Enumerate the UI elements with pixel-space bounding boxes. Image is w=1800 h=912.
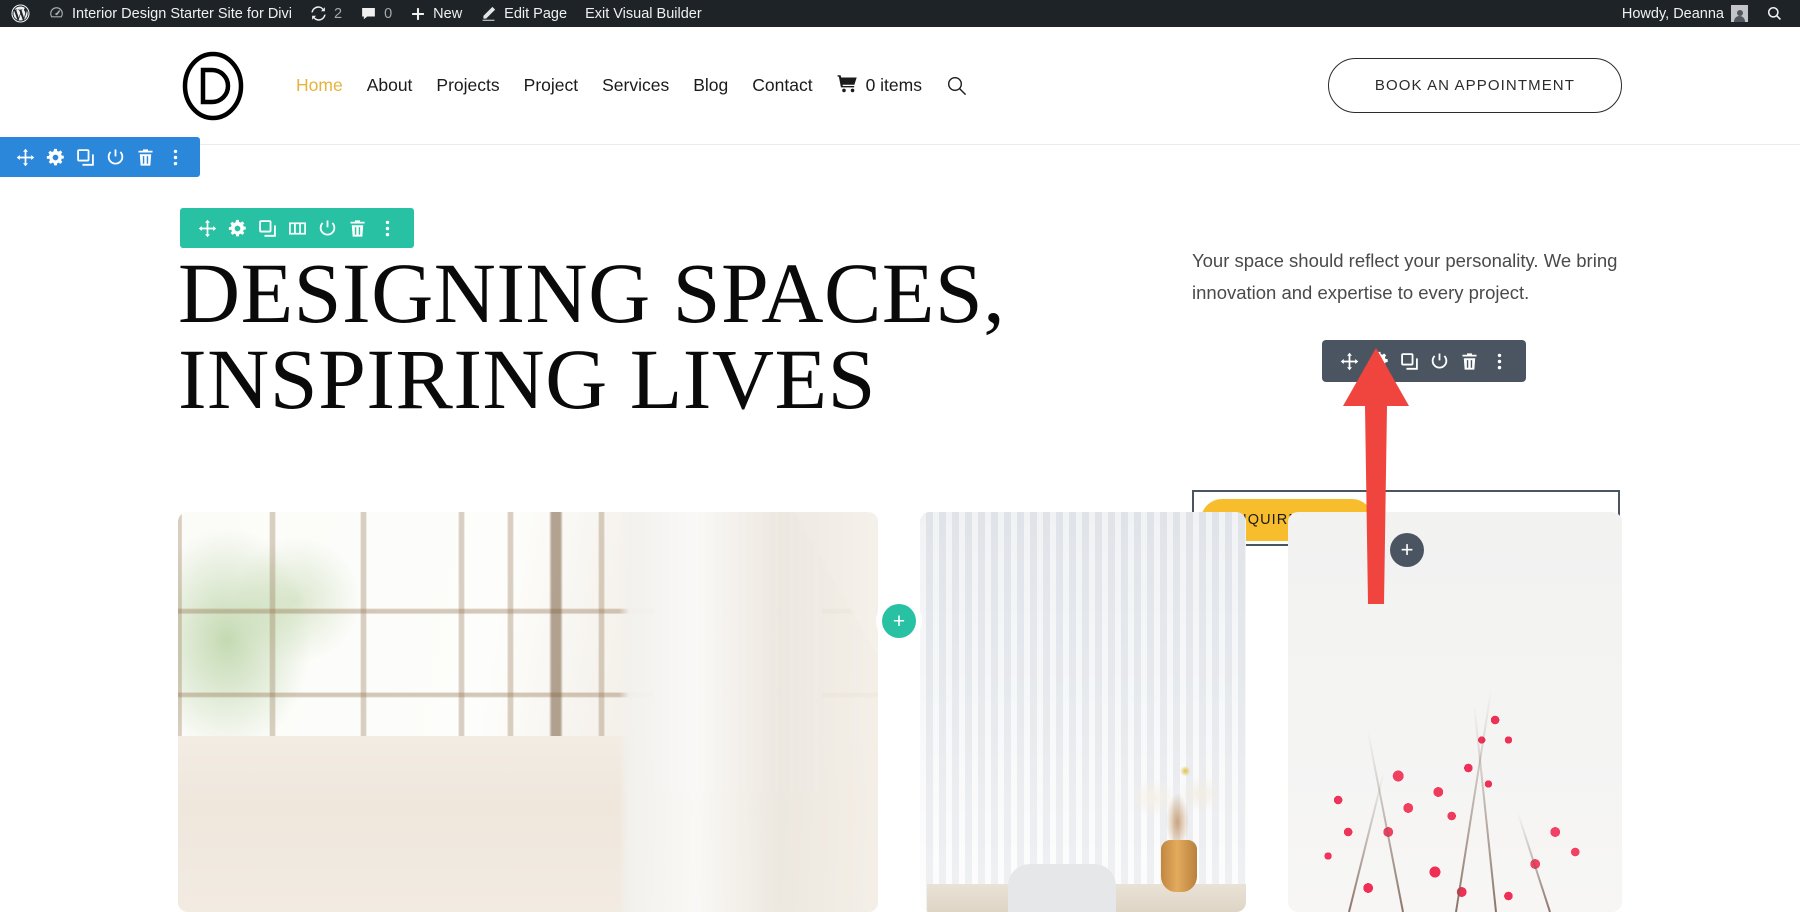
edit-page-label: Edit Page	[504, 5, 568, 22]
comments-bubble-icon	[360, 5, 377, 22]
gallery-image-berries-content	[1288, 512, 1622, 912]
new-label: New	[433, 5, 463, 22]
section-more-options-button[interactable]	[160, 142, 190, 172]
hero-paragraph: Your space should reflect your personali…	[1192, 250, 1618, 304]
exit-visual-builder-link[interactable]: Exit Visual Builder	[576, 0, 711, 27]
disable-section-button[interactable]	[100, 142, 130, 172]
admin-bar-search-button[interactable]	[1757, 0, 1792, 27]
wordpress-logo-menu[interactable]	[2, 0, 39, 27]
delete-module-button[interactable]	[1454, 346, 1484, 376]
nav-item-project[interactable]: Project	[512, 75, 590, 96]
duplicate-module-button[interactable]	[1394, 346, 1424, 376]
berry-stem	[1473, 705, 1498, 912]
gallery-row	[178, 512, 1622, 912]
exit-visual-builder-label: Exit Visual Builder	[585, 5, 702, 22]
delete-section-button[interactable]	[130, 142, 160, 172]
site-name-menu[interactable]: Interior Design Starter Site for Divi	[39, 0, 301, 27]
row-more-options-button[interactable]	[372, 213, 402, 243]
header-search-button[interactable]	[946, 75, 968, 97]
site-header: Home About Projects Project Services Blo…	[0, 27, 1800, 145]
hero-heading: DESIGNING SPACES, INSPIRING LIVES	[178, 245, 1006, 427]
add-module-button[interactable]: +	[1390, 533, 1424, 567]
site-title-label: Interior Design Starter Site for Divi	[72, 5, 292, 22]
divi-d-logo[interactable]	[178, 51, 248, 121]
dashboard-speedometer-icon	[48, 5, 65, 22]
disable-module-button[interactable]	[1424, 346, 1454, 376]
add-row-button[interactable]: +	[882, 604, 916, 638]
berry-stem	[1348, 772, 1385, 912]
move-section-button[interactable]	[10, 142, 40, 172]
gallery-image-window[interactable]	[178, 512, 878, 912]
cart-item-count: 0 items	[865, 75, 922, 95]
updates-refresh-icon	[310, 5, 327, 22]
module-more-options-button[interactable]	[1484, 346, 1514, 376]
updates-menu[interactable]: 2	[301, 0, 351, 27]
nav-item-projects[interactable]: Projects	[424, 75, 511, 96]
duplicate-section-button[interactable]	[70, 142, 100, 172]
nav-item-blog[interactable]: Blog	[681, 75, 740, 96]
dried-flowers	[1128, 744, 1227, 848]
primary-navigation: Home About Projects Project Services Blo…	[284, 74, 968, 98]
pencil-edit-icon	[480, 5, 497, 22]
delete-row-button[interactable]	[342, 213, 372, 243]
section-toolbar	[0, 137, 200, 177]
window-curtain	[654, 512, 822, 792]
gallery-image-berries[interactable]	[1288, 512, 1622, 912]
column-structure-button[interactable]	[282, 213, 312, 243]
gallery-image-window-content	[178, 512, 878, 912]
berry-stem	[1516, 812, 1551, 912]
wp-admin-bar: Interior Design Starter Site for Divi 2 …	[0, 0, 1800, 27]
search-icon	[1766, 5, 1783, 22]
nav-item-services[interactable]: Services	[590, 75, 681, 96]
curtain-chair	[1008, 864, 1116, 912]
row-settings-button[interactable]	[222, 213, 252, 243]
row-toolbar	[180, 208, 414, 248]
search-magnifier-icon	[947, 76, 967, 95]
nav-item-home[interactable]: Home	[284, 75, 355, 96]
window-sill	[178, 736, 878, 912]
gallery-image-curtain-content	[920, 512, 1246, 912]
wooden-vase	[1161, 840, 1198, 892]
move-module-button[interactable]	[1334, 346, 1364, 376]
new-content-menu[interactable]: New	[401, 0, 471, 27]
my-account-menu[interactable]: Howdy, Deanna	[1613, 0, 1757, 27]
logo-mark	[182, 51, 244, 120]
shopping-cart-icon	[837, 74, 858, 98]
nav-item-contact[interactable]: Contact	[740, 75, 824, 96]
admin-bar-left-group: Interior Design Starter Site for Divi 2 …	[0, 0, 711, 27]
howdy-label: Howdy, Deanna	[1621, 5, 1724, 22]
comments-menu[interactable]: 0	[351, 0, 401, 27]
cart-link[interactable]: 0 items	[825, 74, 922, 98]
move-row-button[interactable]	[192, 213, 222, 243]
nav-item-about[interactable]: About	[355, 75, 425, 96]
updates-count: 2	[334, 5, 343, 22]
user-avatar-icon	[1731, 5, 1748, 22]
duplicate-row-button[interactable]	[252, 213, 282, 243]
plus-icon	[410, 6, 426, 22]
module-settings-button[interactable]	[1364, 346, 1394, 376]
disable-row-button[interactable]	[312, 213, 342, 243]
wordpress-logo-icon	[11, 4, 30, 23]
gallery-image-curtain[interactable]	[920, 512, 1246, 912]
window-corner-cut	[794, 512, 878, 656]
comments-count: 0	[384, 5, 393, 22]
book-appointment-button[interactable]: BOOK AN APPOINTMENT	[1327, 58, 1622, 113]
admin-bar-right-group: Howdy, Deanna	[1613, 0, 1800, 27]
edit-page-menu[interactable]: Edit Page	[471, 0, 576, 27]
section-settings-button[interactable]	[40, 142, 70, 172]
module-toolbar	[1322, 340, 1526, 382]
berry-stem	[1455, 690, 1493, 912]
